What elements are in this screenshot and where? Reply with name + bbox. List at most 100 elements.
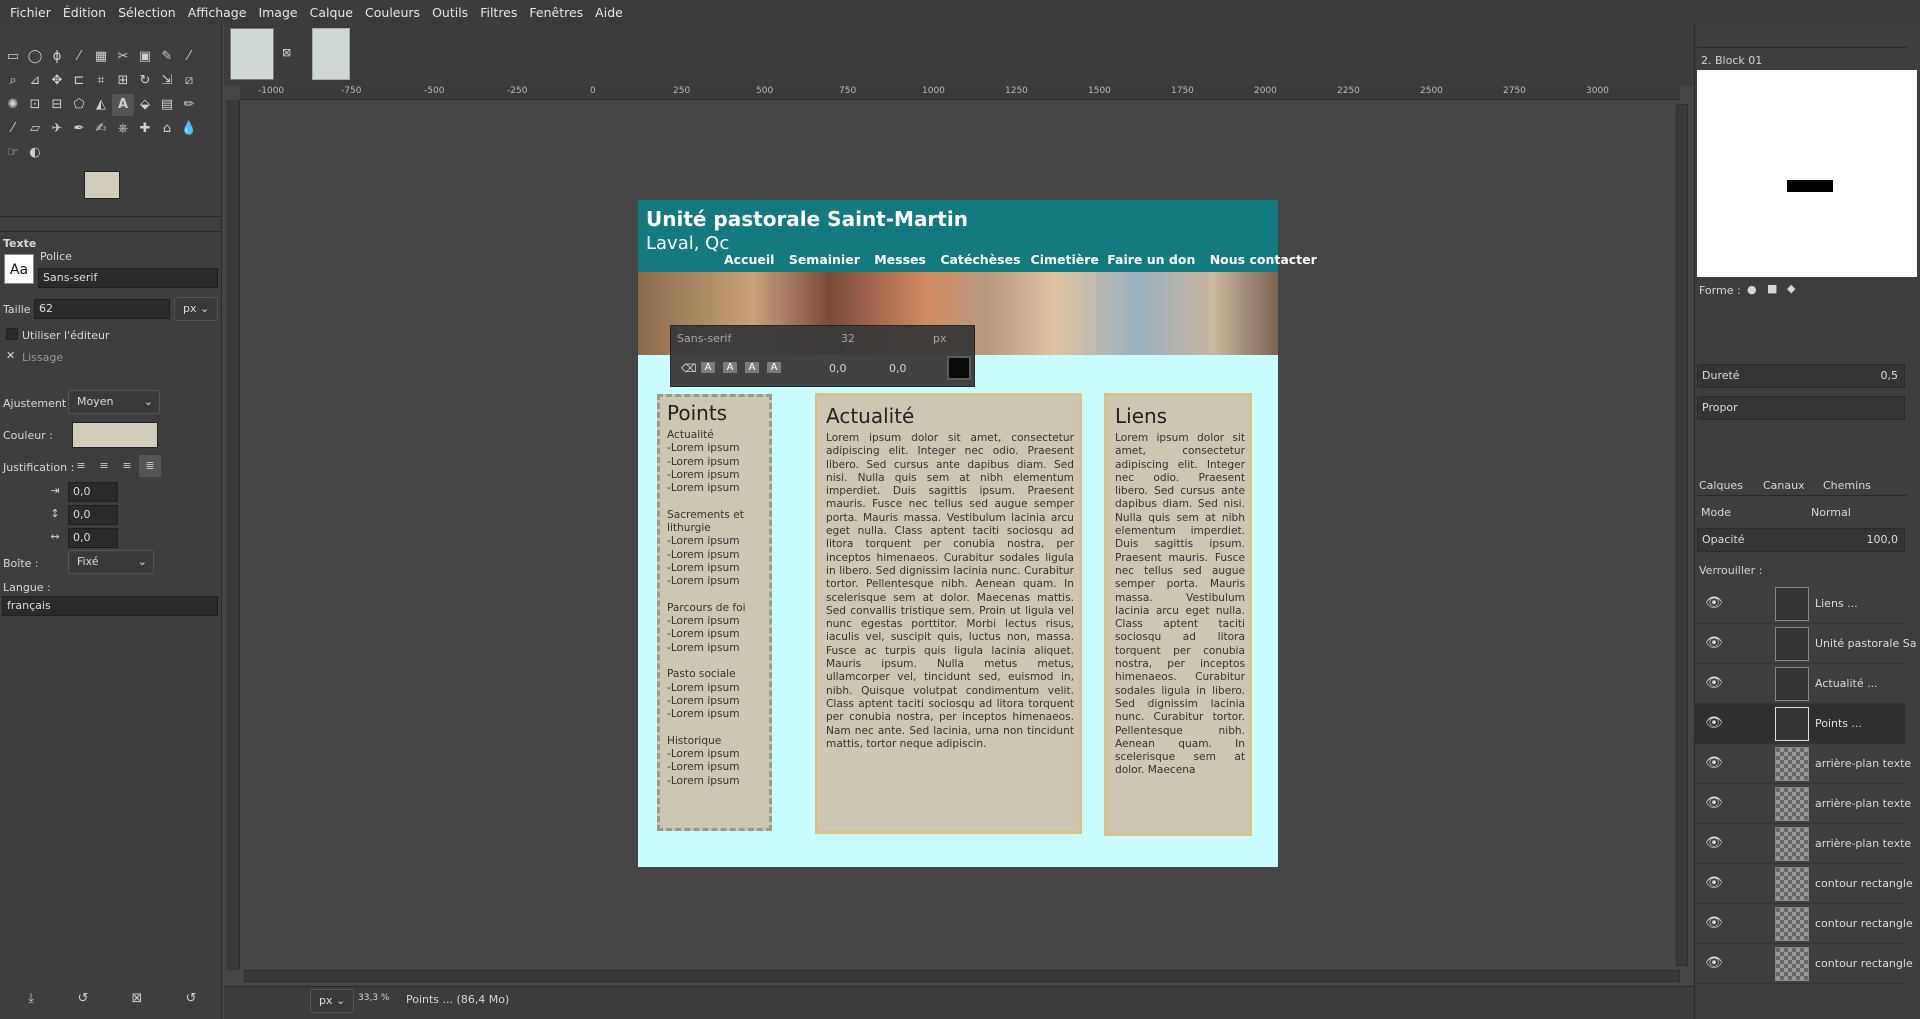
reset-options-icon[interactable]: ↺ (180, 988, 202, 1010)
rect-select-icon[interactable]: ▭ (2, 46, 24, 68)
layer-row[interactable]: 👁 arrière-plan texte (1695, 784, 1911, 824)
hinting-dropdown[interactable]: Moyen ⌄ (68, 390, 160, 414)
actualite-column[interactable]: Actualité Lorem ipsum dolor sit amet, co… (815, 393, 1082, 834)
italic-icon[interactable]: A (723, 362, 737, 373)
layer-name[interactable]: contour rectangle (1815, 877, 1913, 890)
lasso-icon[interactable]: ϕ (46, 46, 68, 68)
visibility-eye-icon[interactable]: 👁 (1705, 876, 1723, 890)
warp-icon[interactable]: ✺ (2, 94, 24, 116)
image-tab-2[interactable] (312, 28, 350, 80)
layer-name[interactable]: contour rectangle (1815, 917, 1913, 930)
baseline-field[interactable]: 0,0 (829, 362, 847, 375)
antialias-checkbox[interactable]: ✕ (6, 350, 18, 362)
nav-faire-un-don[interactable]: Faire un don (1107, 252, 1195, 267)
menu-edition[interactable]: Édition (57, 5, 112, 20)
justify-right-icon[interactable]: ≡ (93, 455, 115, 477)
shear-icon[interactable]: ⧄ (178, 70, 200, 92)
points-column[interactable]: Points Actualité -Lorem ipsum -Lorem ips… (657, 394, 772, 831)
foreground-select-icon[interactable]: ▣ (134, 46, 156, 68)
use-editor-checkbox[interactable] (6, 328, 18, 340)
pencil-icon[interactable]: ✏ (178, 94, 200, 116)
eraser-icon[interactable]: ▱ (24, 118, 46, 140)
layer-name[interactable]: arrière-plan texte (1815, 797, 1911, 810)
actualite-body[interactable]: Lorem ipsum dolor sit amet, consectetur … (826, 432, 1074, 751)
box-dropdown[interactable]: Fixé ⌄ (68, 550, 154, 574)
text-tool-icon[interactable]: A (112, 94, 134, 116)
tab-channels[interactable]: Canaux (1763, 479, 1805, 492)
blur-icon[interactable]: 💧 (178, 118, 200, 140)
vertical-scrollbar[interactable] (1676, 104, 1688, 966)
size-unit-dropdown[interactable]: px ⌄ (174, 297, 218, 321)
delete-preset-icon[interactable]: ⊠ (126, 988, 148, 1010)
visibility-eye-icon[interactable]: 👁 (1705, 636, 1723, 650)
nav-messes[interactable]: Messes (874, 252, 926, 267)
menu-couleurs[interactable]: Couleurs (359, 5, 426, 20)
liens-column[interactable]: Liens Lorem ipsum dolor sit amet, consec… (1104, 393, 1252, 836)
layer-name[interactable]: arrière-plan texte (1815, 837, 1911, 850)
menu-fichier[interactable]: Fichier (4, 5, 57, 20)
visibility-eye-icon[interactable]: 👁 (1705, 596, 1723, 610)
visibility-eye-icon[interactable]: 👁 (1705, 796, 1723, 810)
canvas-font-field[interactable]: Sans-serif (677, 332, 731, 345)
nav-semainier[interactable]: Semainier (789, 252, 860, 267)
indent-field[interactable]: 0,0 (68, 482, 118, 502)
size-field[interactable]: 62 (34, 299, 170, 319)
vertical-ruler[interactable] (226, 100, 240, 970)
canvas-size-field[interactable]: 32 (841, 332, 855, 345)
language-field[interactable]: français (2, 596, 218, 616)
visibility-eye-icon[interactable]: 👁 (1705, 956, 1723, 970)
layer-name[interactable]: contour rectangle (1815, 957, 1913, 970)
menu-calque[interactable]: Calque (304, 5, 359, 20)
menu-selection[interactable]: Sélection (112, 5, 182, 20)
mypaint-brush-icon[interactable]: ✍ (90, 118, 112, 140)
color-select-icon[interactable]: ▦ (90, 46, 112, 68)
justify-left-icon[interactable]: ≡ (70, 455, 92, 477)
nav-accueil[interactable]: Accueil (724, 252, 774, 267)
menu-image[interactable]: Image (252, 5, 303, 20)
canvas-text-color[interactable] (947, 356, 971, 380)
nav-nous-contacter[interactable]: Nous contacter (1210, 252, 1317, 267)
tab-paths[interactable]: Chemins (1823, 479, 1871, 492)
layer-row[interactable]: 👁 arrière-plan texte (1695, 824, 1911, 864)
strikethrough-icon[interactable]: A (767, 362, 781, 373)
layer-name[interactable]: Actualité ... (1815, 677, 1878, 690)
nav-catecheses[interactable]: Catéchèses (940, 252, 1020, 267)
site-subtitle[interactable]: Laval, Qc (646, 233, 729, 254)
circle-shape-icon[interactable]: ● (1747, 283, 1757, 296)
layer-row[interactable]: 👁 Unité pastorale Sa (1695, 624, 1916, 664)
zoom-field[interactable]: 33,3 % (358, 993, 389, 1003)
layer-row[interactable]: 👁 contour rectangle (1695, 944, 1913, 984)
color-picker-icon[interactable]: ⁄ (178, 46, 200, 68)
clone-icon[interactable]: ⎈ (112, 118, 134, 140)
rotate-icon[interactable]: ↻ (134, 70, 156, 92)
paths-icon[interactable]: ✎ (156, 46, 178, 68)
visibility-eye-icon[interactable]: 👁 (1705, 716, 1723, 730)
perspective-clone-icon[interactable]: ⌂ (156, 118, 178, 140)
heal-icon[interactable]: ✚ (134, 118, 156, 140)
ink-icon[interactable]: ✒ (68, 118, 90, 140)
menu-aide[interactable]: Aide (589, 5, 629, 20)
measure-icon[interactable]: ⊿ (24, 70, 46, 92)
mode-dropdown[interactable]: Normal (1811, 506, 1851, 519)
hardness-slider[interactable]: Dureté 0,5 (1697, 364, 1905, 388)
clear-style-icon[interactable]: ⌫ (681, 362, 697, 375)
fuzzy-select-icon[interactable]: ⁄ (68, 46, 90, 68)
visibility-eye-icon[interactable]: 👁 (1705, 756, 1723, 770)
layer-row[interactable]: 👁 arrière-plan texte (1695, 744, 1911, 784)
layer-row[interactable]: 👁 contour rectangle (1695, 904, 1913, 944)
unified-transform-icon[interactable]: ⊞ (112, 70, 134, 92)
layer-row[interactable]: 👁 contour rectangle (1695, 864, 1913, 904)
line-spacing-field[interactable]: 0,0 (68, 505, 118, 525)
ellipse-select-icon[interactable]: ◯ (24, 46, 46, 68)
crop-icon[interactable]: ⌗ (90, 70, 112, 92)
opacity-slider[interactable]: Opacité 100,0 (1697, 528, 1905, 552)
diamond-shape-icon[interactable]: ◆ (1787, 282, 1795, 295)
close-tab-icon[interactable]: ⊠ (282, 46, 291, 59)
visibility-eye-icon[interactable]: 👁 (1705, 916, 1723, 930)
scissors-icon[interactable]: ✂ (112, 46, 134, 68)
layer-name[interactable]: arrière-plan texte (1815, 757, 1911, 770)
cage-transform-icon[interactable]: ⊟ (46, 94, 68, 116)
liens-body[interactable]: Lorem ipsum dolor sit amet, consectetur … (1115, 432, 1245, 778)
kerning-field[interactable]: 0,0 (889, 362, 907, 375)
proportion-slider[interactable]: Propor (1697, 396, 1905, 420)
